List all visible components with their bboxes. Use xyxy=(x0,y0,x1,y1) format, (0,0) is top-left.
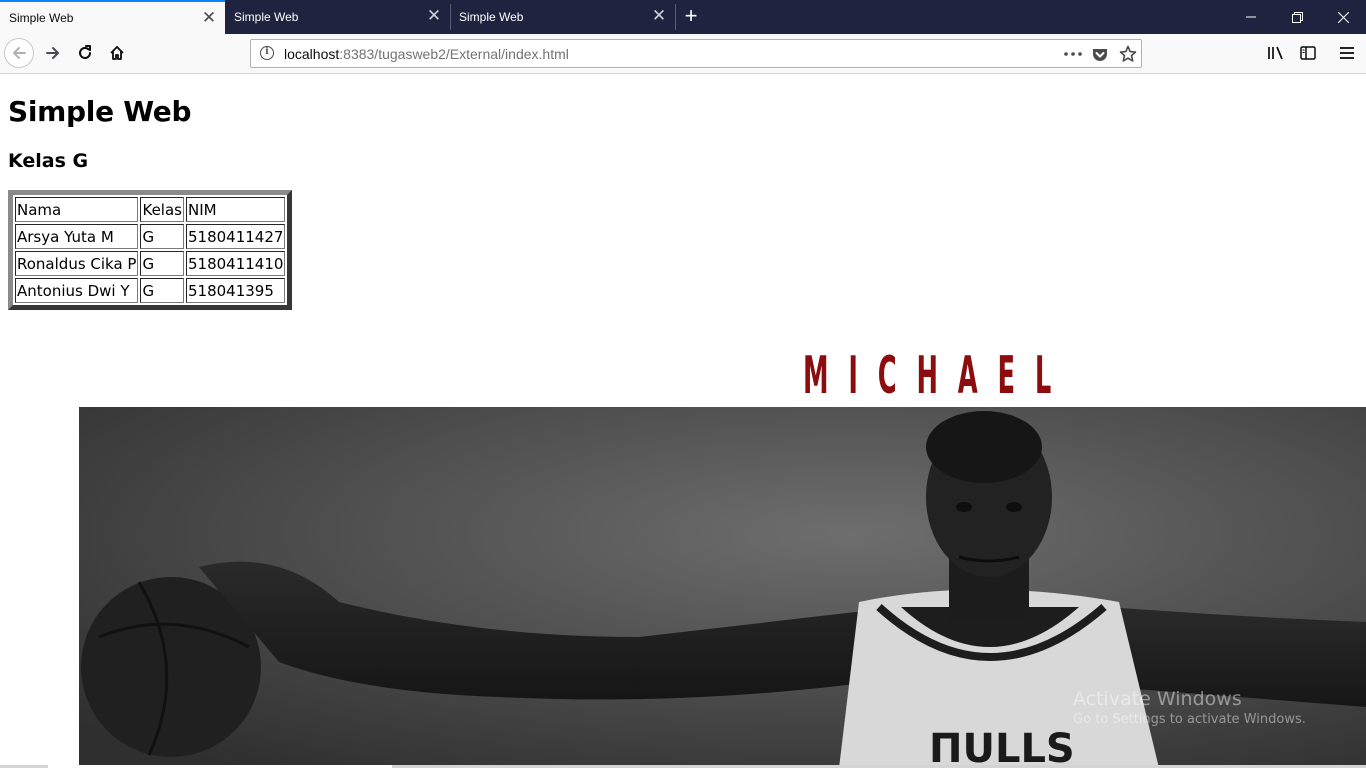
tab-2-label: Simple Web xyxy=(234,10,299,24)
back-icon xyxy=(13,47,26,59)
library-icon xyxy=(1268,46,1283,60)
table-cell: G xyxy=(140,278,184,303)
tab-3-label: Simple Web xyxy=(459,10,524,24)
table-row: Ronaldus Cika P G 5180411410 xyxy=(15,251,286,276)
close-icon[interactable]: ✕ xyxy=(651,7,667,24)
tab-1-label: Simple Web xyxy=(9,11,74,25)
library-button[interactable] xyxy=(1261,38,1291,68)
forward-button[interactable] xyxy=(38,38,68,68)
banner-title: MICHAEL xyxy=(803,346,1072,406)
page-content: Simple Web Kelas G Nama Kelas NIM Arsya … xyxy=(0,74,1366,768)
close-icon[interactable]: ✕ xyxy=(201,9,217,26)
restore-icon xyxy=(1291,11,1303,23)
table-header-cell: Nama xyxy=(15,197,139,222)
close-icon xyxy=(1337,11,1349,23)
windows-activation-watermark: Activate Windows Go to Settings to activ… xyxy=(1073,688,1306,727)
restore-button[interactable] xyxy=(1274,0,1320,34)
reload-button[interactable] xyxy=(70,38,100,68)
table-cell: Antonius Dwi Y xyxy=(15,278,139,303)
tab-divider xyxy=(675,4,676,30)
tab-1[interactable]: Simple Web ✕ xyxy=(0,0,225,34)
url-text[interactable]: localhost:8383/tugasweb2/External/index.… xyxy=(284,46,569,62)
table-cell: G xyxy=(140,251,184,276)
sidebar-button[interactable] xyxy=(1293,38,1323,68)
table-row: Antonius Dwi Y G 518041395 xyxy=(15,278,286,303)
address-bar[interactable]: i localhost:8383/tugasweb2/External/inde… xyxy=(250,39,1142,68)
student-table: Nama Kelas NIM Arsya Yuta M G 5180411427… xyxy=(8,190,293,310)
table-cell: G xyxy=(140,224,184,249)
tab-2[interactable]: Simple Web ✕ xyxy=(225,0,450,34)
table-header-cell: Kelas xyxy=(140,197,184,222)
table-row: Arsya Yuta M G 5180411427 xyxy=(15,224,286,249)
table-header-cell: NIM xyxy=(185,197,286,222)
pocket-icon[interactable] xyxy=(1090,44,1110,64)
svg-text:ΠULLS: ΠULLS xyxy=(929,726,1075,768)
menu-icon xyxy=(1340,47,1354,59)
watermark-subtitle: Go to Settings to activate Windows. xyxy=(1073,712,1306,727)
home-button[interactable] xyxy=(102,38,132,68)
tab-strip: Simple Web ✕ Simple Web ✕ Simple Web ✕ + xyxy=(0,0,1366,34)
reload-icon xyxy=(79,45,91,59)
star-icon[interactable] xyxy=(1118,44,1138,64)
table-cell: Ronaldus Cika P xyxy=(15,251,139,276)
home-icon xyxy=(110,46,124,60)
watermark-title: Activate Windows xyxy=(1073,688,1242,710)
forward-icon xyxy=(46,47,59,59)
plus-icon[interactable]: + xyxy=(680,4,702,30)
close-icon[interactable]: ✕ xyxy=(426,7,442,24)
url-path: :8383/tugasweb2/External/index.html xyxy=(339,46,569,62)
window-close-button[interactable] xyxy=(1320,0,1366,34)
table-cell: Arsya Yuta M xyxy=(15,224,139,249)
back-button[interactable] xyxy=(4,38,34,68)
minimize-icon xyxy=(1246,16,1256,18)
tab-3[interactable]: Simple Web ✕ xyxy=(450,0,675,34)
table-cell: 5180411410 xyxy=(185,251,286,276)
page-subtitle: Kelas G xyxy=(8,150,89,172)
table-cell: 5180411427 xyxy=(185,224,286,249)
more-icon[interactable] xyxy=(1063,44,1083,64)
nav-toolbar: i localhost:8383/tugasweb2/External/inde… xyxy=(0,34,1366,74)
page-title: Simple Web xyxy=(8,95,192,128)
info-icon[interactable]: i xyxy=(260,46,274,60)
minimize-button[interactable] xyxy=(1228,0,1274,34)
table-header-row: Nama Kelas NIM xyxy=(15,197,286,222)
sidebar-icon xyxy=(1300,46,1316,60)
url-host: localhost xyxy=(284,46,340,62)
table-cell: 518041395 xyxy=(185,278,286,303)
menu-button[interactable] xyxy=(1332,38,1362,68)
